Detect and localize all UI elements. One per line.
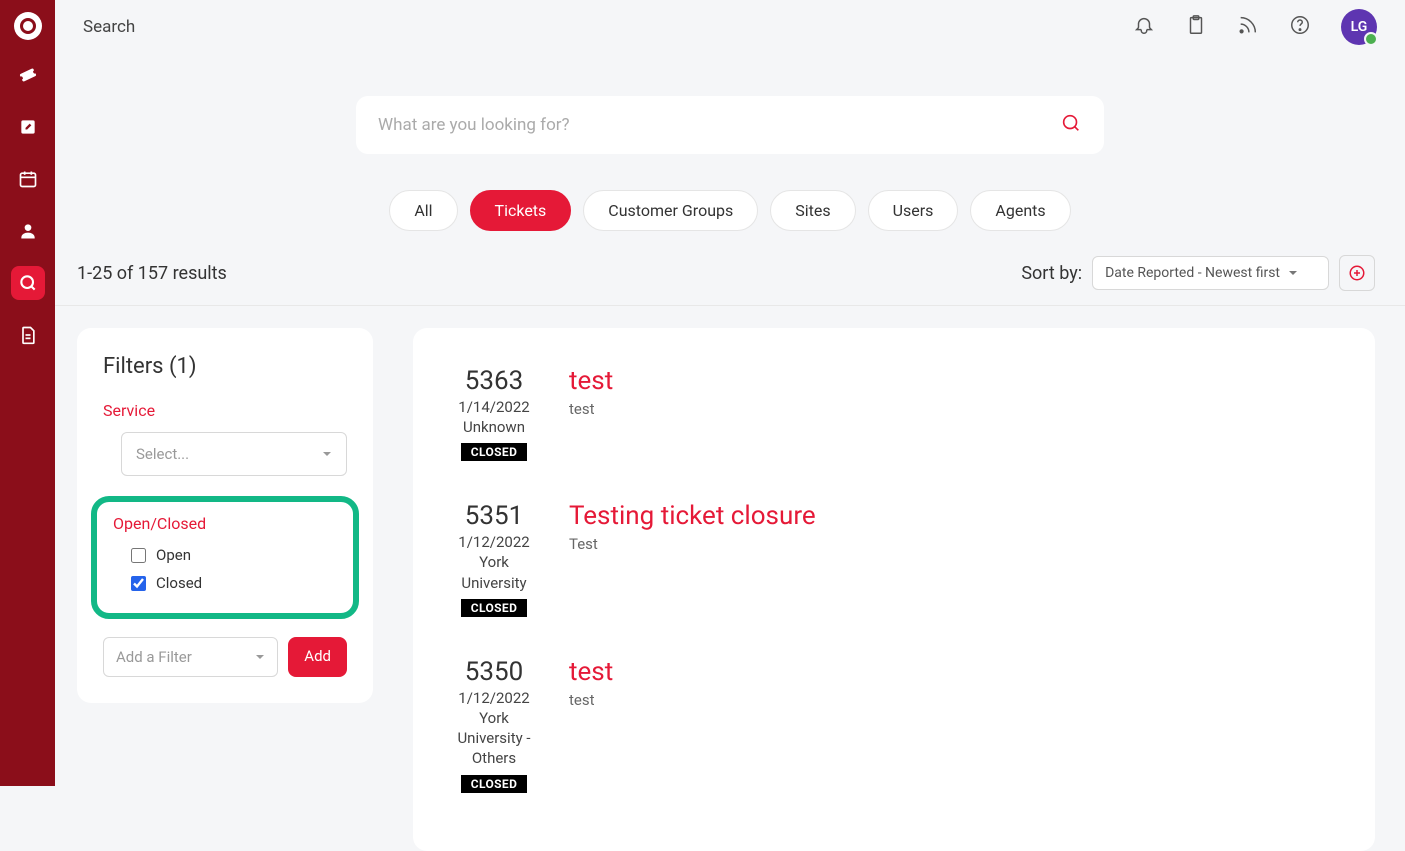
tab-tickets[interactable]: Tickets [470,190,572,231]
rss-icon[interactable] [1237,14,1259,40]
filter-closed-row[interactable]: Closed [113,569,337,597]
ticket-icon [18,65,38,85]
filter-service-label: Service [103,401,347,420]
page-title: Search [83,17,135,37]
tab-customer-groups[interactable]: Customer Groups [583,190,758,231]
filter-openclosed-label: Open/Closed [113,514,337,533]
search-input[interactable] [378,115,1060,135]
checkbox-closed[interactable] [131,576,146,591]
checkbox-closed-label: Closed [156,574,202,592]
ticket-row[interactable]: 5351 1/12/2022 York University CLOSED Te… [449,489,1339,645]
avatar[interactable]: LG [1341,9,1377,45]
search-submit-icon[interactable] [1060,112,1082,138]
sidebar-item-user[interactable] [11,214,45,248]
service-placeholder: Select... [136,445,189,463]
add-filter-select[interactable]: Add a Filter [103,637,278,677]
ticket-org: Unknown [463,417,525,437]
ticket-title[interactable]: Testing ticket closure [569,501,1339,531]
calendar-icon [18,169,38,189]
add-filter-placeholder: Add a Filter [116,648,192,666]
chevron-down-icon [255,652,265,662]
status-badge: CLOSED [461,775,528,793]
sort-value: Date Reported - Newest first [1105,265,1280,281]
add-button-circle[interactable] [1339,255,1375,291]
sidebar [0,0,55,786]
sort-select[interactable]: Date Reported - Newest first [1092,256,1329,290]
tab-all[interactable]: All [389,190,457,231]
clipboard-icon[interactable] [1185,14,1207,40]
ticket-date: 1/12/2022 [458,533,529,551]
chevron-down-icon [322,449,332,459]
ticket-row[interactable]: 5350 1/12/2022 York University - Others … [449,645,1339,821]
ticket-org: York University [449,552,539,593]
user-icon [18,221,38,241]
tab-sites[interactable]: Sites [770,190,855,231]
tab-users[interactable]: Users [868,190,959,231]
filters-panel: Filters (1) Service Select... Open/Close… [77,328,373,703]
pencil-square-icon [18,117,38,137]
filter-open-row[interactable]: Open [113,541,337,569]
document-icon [18,325,38,345]
ticket-desc: test [569,400,1339,418]
result-bar: 1-25 of 157 results Sort by: Date Report… [55,231,1405,306]
service-select[interactable]: Select... [121,432,347,476]
highlighted-filter-section: Open/Closed Open Closed [91,496,359,619]
ticket-title[interactable]: test [569,366,1339,396]
ticket-date: 1/14/2022 [458,398,529,416]
search-box [356,96,1104,154]
result-count: 1-25 of 157 results [77,263,227,284]
ticket-desc: Test [569,535,1339,553]
filters-title: Filters (1) [103,354,347,379]
status-badge: CLOSED [461,443,528,461]
ticket-id: 5363 [465,366,523,396]
results-list: 5363 1/14/2022 Unknown CLOSED test test … [413,328,1375,851]
top-icons: LG [1133,9,1377,45]
bell-icon[interactable] [1133,14,1155,40]
tab-agents[interactable]: Agents [970,190,1070,231]
tabs: All Tickets Customer Groups Sites Users … [55,190,1405,231]
sort-label: Sort by: [1021,263,1082,284]
checkbox-open-label: Open [156,546,191,564]
search-icon [18,273,38,293]
ticket-org: York University - Others [449,708,539,769]
chevron-down-icon [1288,268,1298,278]
ticket-row[interactable]: 5363 1/14/2022 Unknown CLOSED test test [449,358,1339,489]
ticket-id: 5351 [465,501,523,531]
topbar: Search LG [55,0,1405,54]
sidebar-item-edit[interactable] [11,110,45,144]
ticket-title[interactable]: test [569,657,1339,687]
ticket-date: 1/12/2022 [458,689,529,707]
sidebar-item-document[interactable] [11,318,45,352]
logo[interactable] [14,12,42,40]
ticket-id: 5350 [465,657,523,687]
help-icon[interactable] [1289,14,1311,40]
status-badge: CLOSED [461,599,528,617]
main: Search LG All Tickets Customer Groups Si… [55,0,1405,786]
checkbox-open[interactable] [131,548,146,563]
sidebar-item-search[interactable] [11,266,45,300]
add-filter-button[interactable]: Add [288,637,347,677]
sidebar-item-calendar[interactable] [11,162,45,196]
ticket-desc: test [569,691,1339,709]
sidebar-item-tickets[interactable] [11,58,45,92]
